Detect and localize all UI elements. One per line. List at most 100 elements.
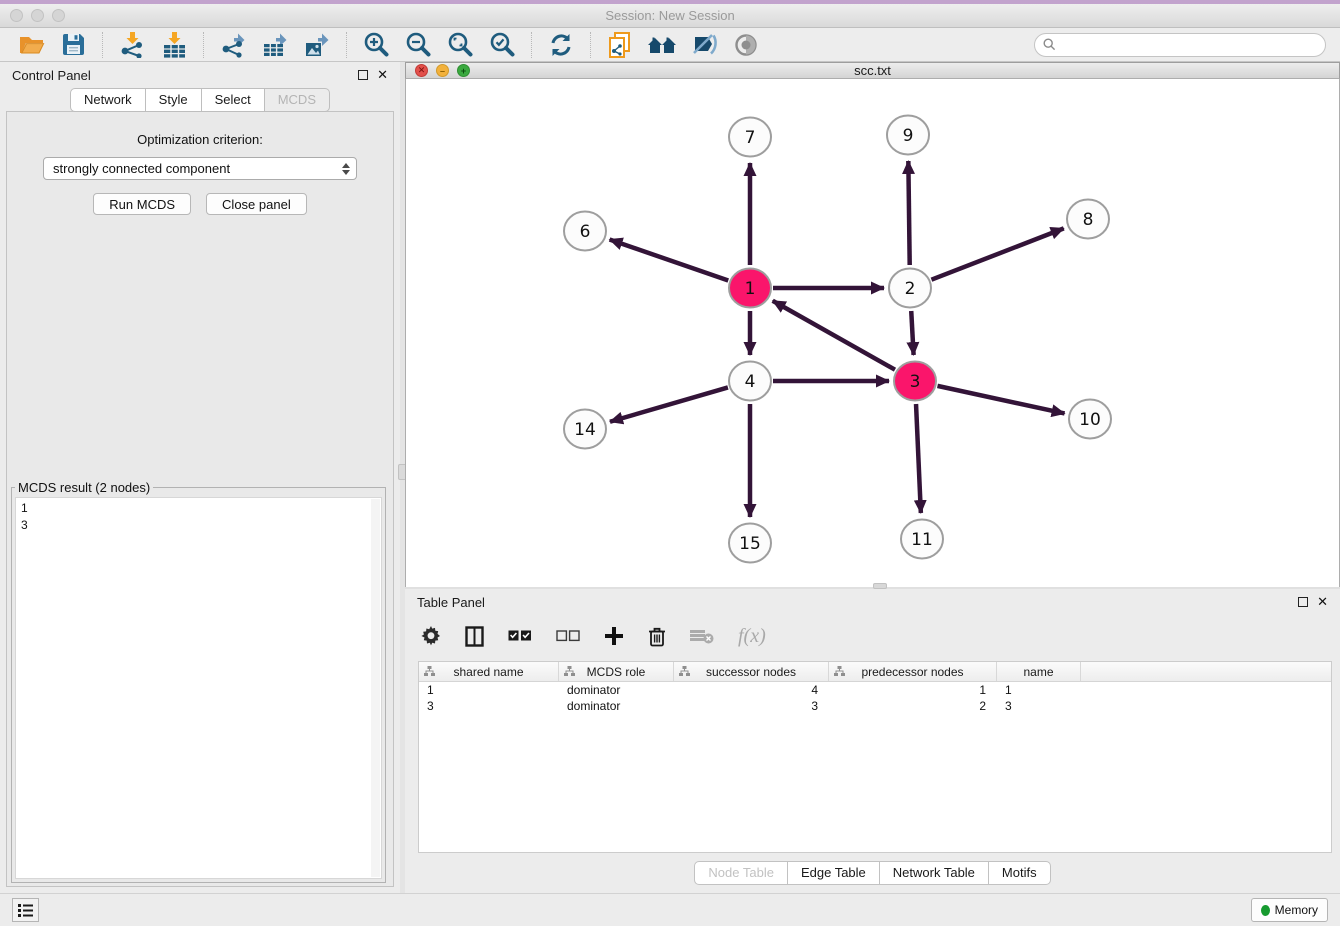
graph-edge-3-1[interactable] <box>773 301 895 370</box>
float-table-panel-icon[interactable] <box>1298 597 1308 607</box>
network-canvas[interactable]: 7 9 6 8 1 2 4 3 14 10 15 11 <box>405 79 1340 587</box>
zoom-fit-icon[interactable] <box>445 31 475 59</box>
cell-shared_name[interactable]: 1 <box>419 682 559 698</box>
new-network-from-selection-icon[interactable] <box>605 31 635 59</box>
network-window-title: scc.txt <box>406 63 1339 78</box>
criterion-select[interactable]: strongly connected component <box>43 157 357 180</box>
tab-motifs[interactable]: Motifs <box>989 861 1051 885</box>
cell-mcds_role[interactable]: dominator <box>559 698 674 714</box>
graph-node-14[interactable]: 14 <box>564 410 606 449</box>
graph-node-2[interactable]: 2 <box>889 269 931 308</box>
graph-node-6[interactable]: 6 <box>564 212 606 251</box>
control-panel-header: Control Panel ✕ <box>0 62 400 88</box>
column-header-successor_nodes[interactable]: successor nodes <box>674 662 829 681</box>
zoom-selected-icon[interactable] <box>487 31 517 59</box>
graph-edge-3-11[interactable] <box>916 404 921 513</box>
memory-button[interactable]: Memory <box>1251 898 1328 922</box>
deselect-all-icon[interactable] <box>556 623 580 649</box>
split-view-icon[interactable] <box>465 623 484 649</box>
tab-network-table[interactable]: Network Table <box>880 861 989 885</box>
first-neighbors-icon[interactable] <box>647 31 677 59</box>
run-mcds-button[interactable]: Run MCDS <box>93 193 191 215</box>
graph-node-15[interactable]: 15 <box>729 524 771 563</box>
graph-edge-3-10[interactable] <box>937 386 1064 414</box>
graph-node-3[interactable]: 3 <box>894 362 936 401</box>
tab-style[interactable]: Style <box>146 88 202 112</box>
zoom-in-icon[interactable] <box>361 31 391 59</box>
control-panel: Control Panel ✕ NetworkStyleSelectMCDS O… <box>0 62 400 893</box>
column-header-name[interactable]: name <box>997 662 1081 681</box>
graph-node-9[interactable]: 9 <box>887 116 929 155</box>
cell-mcds_role[interactable]: dominator <box>559 682 674 698</box>
horizontal-divider-grip[interactable] <box>873 583 887 589</box>
search-box[interactable] <box>1034 33 1326 57</box>
graphics-details-icon[interactable] <box>731 31 761 59</box>
save-session-icon[interactable] <box>58 31 88 59</box>
export-network-icon[interactable] <box>218 31 248 59</box>
cell-successor_nodes[interactable]: 3 <box>674 698 829 714</box>
hide-labels-icon[interactable] <box>689 31 719 59</box>
mcds-result-box[interactable]: 1 3 <box>15 497 382 879</box>
cell-name[interactable]: 3 <box>997 698 1081 714</box>
cell-successor_nodes[interactable]: 4 <box>674 682 829 698</box>
network-graph[interactable]: 7 9 6 8 1 2 4 3 14 10 15 11 <box>406 79 1339 582</box>
graph-node-4[interactable]: 4 <box>729 362 771 401</box>
import-network-icon[interactable] <box>117 31 147 59</box>
table-tabs: Node TableEdge TableNetwork TableMotifs <box>405 853 1340 893</box>
graph-node-10[interactable]: 10 <box>1069 400 1111 439</box>
delete-table-icon[interactable] <box>690 623 714 649</box>
tab-mcds[interactable]: MCDS <box>265 88 330 112</box>
graph-edge-1-6[interactable] <box>610 239 729 280</box>
graph-edge-4-14[interactable] <box>610 387 728 421</box>
network-maximize-button[interactable]: + <box>457 64 470 77</box>
tab-network[interactable]: Network <box>70 88 146 112</box>
cell-predecessor_nodes[interactable]: 1 <box>829 682 997 698</box>
network-minimize-button[interactable]: – <box>436 64 449 77</box>
tab-node-table[interactable]: Node Table <box>694 861 788 885</box>
select-all-icon[interactable] <box>508 623 532 649</box>
table-panel-header: Table Panel ✕ <box>405 589 1340 615</box>
function-builder-icon[interactable]: f(x) <box>738 625 766 648</box>
apply-layout-icon[interactable] <box>546 31 576 59</box>
result-scrollbar[interactable] <box>371 499 380 877</box>
graph-node-11[interactable]: 11 <box>901 520 943 559</box>
float-panel-icon[interactable] <box>358 70 368 80</box>
cell-predecessor_nodes[interactable]: 2 <box>829 698 997 714</box>
column-header-predecessor_nodes[interactable]: predecessor nodes <box>829 662 997 681</box>
graph-node-7[interactable]: 7 <box>729 118 771 157</box>
add-column-icon[interactable] <box>604 623 624 649</box>
graph-edge-2-9[interactable] <box>908 161 909 265</box>
graph-node-1[interactable]: 1 <box>729 269 771 308</box>
network-close-button[interactable]: ✕ <box>415 64 428 77</box>
titlebar[interactable]: Session: New Session <box>0 4 1340 28</box>
task-history-button[interactable] <box>12 898 39 922</box>
close-panel-button[interactable]: Close panel <box>206 193 307 215</box>
delete-column-icon[interactable] <box>648 623 666 649</box>
import-table-icon[interactable] <box>159 31 189 59</box>
close-panel-icon[interactable]: ✕ <box>377 70 388 80</box>
svg-text:14: 14 <box>574 420 596 440</box>
open-session-icon[interactable] <box>16 31 46 59</box>
table-row[interactable]: 3dominator323 <box>419 698 1331 714</box>
tab-edge-table[interactable]: Edge Table <box>788 861 880 885</box>
graph-node-8[interactable]: 8 <box>1067 200 1109 239</box>
close-table-panel-icon[interactable]: ✕ <box>1317 597 1328 607</box>
table-row[interactable]: 1dominator411 <box>419 682 1331 698</box>
table-panel: Table Panel ✕ <box>405 589 1340 893</box>
graph-edge-2-3[interactable] <box>911 311 913 355</box>
export-table-icon[interactable] <box>260 31 290 59</box>
column-header-mcds_role[interactable]: MCDS role <box>559 662 674 681</box>
zoom-out-icon[interactable] <box>403 31 433 59</box>
node-table[interactable]: shared nameMCDS rolesuccessor nodesprede… <box>418 661 1332 853</box>
cell-shared_name[interactable]: 3 <box>419 698 559 714</box>
cell-name[interactable]: 1 <box>997 682 1081 698</box>
toolbar-separator <box>203 32 204 58</box>
tab-select[interactable]: Select <box>202 88 265 112</box>
export-image-icon[interactable] <box>302 31 332 59</box>
settings-gear-icon[interactable] <box>421 623 441 649</box>
search-input[interactable] <box>1061 38 1317 52</box>
graph-edge-2-8[interactable] <box>931 228 1063 279</box>
column-header-shared_name[interactable]: shared name <box>419 662 559 681</box>
svg-text:3: 3 <box>910 372 921 392</box>
network-window-titlebar[interactable]: scc.txt ✕ – + <box>405 62 1340 79</box>
